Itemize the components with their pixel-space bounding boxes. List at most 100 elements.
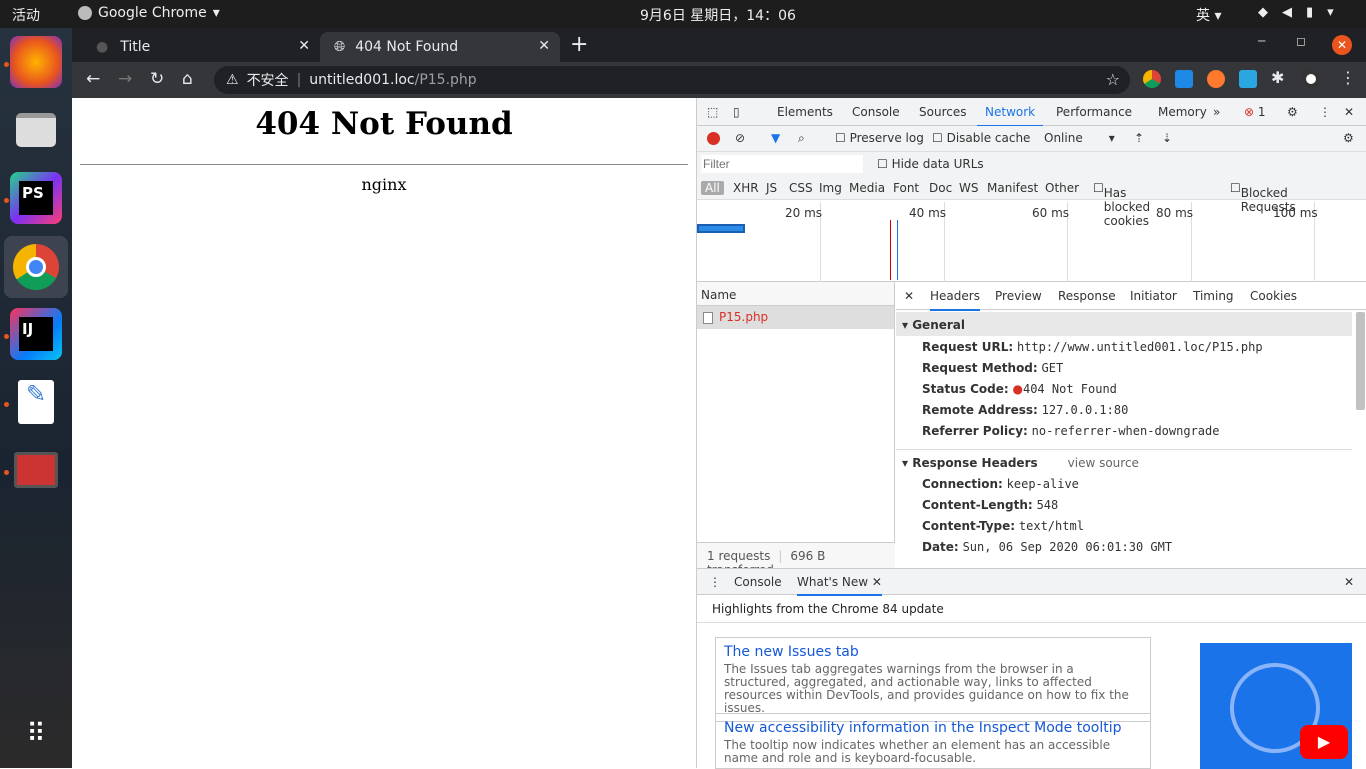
view-source-link[interactable]: view source: [1068, 456, 1139, 470]
minimize-button[interactable]: ─: [1258, 34, 1265, 48]
drawer-tab-console[interactable]: Console: [734, 575, 782, 589]
error-icon[interactable]: ⊗ 1: [1244, 105, 1266, 119]
whats-new-card[interactable]: The new Issues tab The Issues tab aggrega…: [715, 637, 1151, 722]
input-method[interactable]: 英 ▾: [1196, 5, 1221, 25]
tab-sources[interactable]: Sources: [919, 105, 966, 119]
close-devtools-icon[interactable]: ✕: [1344, 105, 1354, 119]
menu-icon[interactable]: ⋮: [1340, 68, 1358, 87]
close-details-icon[interactable]: ✕: [904, 289, 914, 303]
maximize-button[interactable]: ◻: [1296, 34, 1306, 48]
export-har-icon[interactable]: ⇣: [1162, 131, 1172, 145]
request-row[interactable]: P15.php: [697, 306, 894, 329]
extension-postman-icon[interactable]: [1207, 70, 1225, 88]
tab-console[interactable]: Console: [852, 105, 900, 119]
show-apps-icon[interactable]: ⠿: [10, 708, 62, 760]
type-xhr[interactable]: XHR: [733, 181, 759, 195]
whats-new-card[interactable]: New accessibility information in the Ins…: [715, 713, 1151, 769]
activities-button[interactable]: 活动: [12, 5, 40, 25]
settings-icon[interactable]: ⚙: [1287, 105, 1298, 119]
extension-notes-icon[interactable]: [1239, 70, 1257, 88]
tab-network[interactable]: Network: [976, 105, 1044, 127]
close-tab-icon[interactable]: ✕: [538, 38, 550, 54]
scrollbar-thumb[interactable]: [1356, 312, 1365, 410]
record-icon[interactable]: [707, 132, 720, 145]
text-editor-icon[interactable]: ✎: [10, 376, 62, 428]
tab-preview[interactable]: Preview: [995, 289, 1042, 303]
app-menu[interactable]: Google Chrome ▾: [78, 5, 220, 21]
header-row: Date: Sun, 06 Sep 2020 06:01:30 GMT: [922, 540, 1173, 554]
tab-memory[interactable]: Memory: [1158, 105, 1207, 119]
preserve-log-checkbox[interactable]: ☐ Preserve log: [835, 131, 924, 145]
running-indicator: [4, 62, 9, 67]
video-thumbnail[interactable]: ▶: [1200, 643, 1352, 769]
type-doc[interactable]: Doc: [929, 181, 952, 195]
tab-timing[interactable]: Timing: [1193, 289, 1234, 303]
blocked-requests-checkbox[interactable]: ☐ Blocked Requests: [1230, 181, 1296, 214]
search-icon[interactable]: ⌕: [798, 131, 805, 146]
extension-chrome-icon[interactable]: [1143, 70, 1161, 88]
tab-strip: ● Title ✕ 🌐︎ 404 Not Found ✕ + ─ ◻ ✕: [72, 28, 1366, 62]
firefox-icon[interactable]: [10, 36, 62, 88]
reload-button[interactable]: ↻: [150, 69, 164, 89]
filter-input[interactable]: [701, 155, 863, 173]
network-toolbar: ⊘ ▼ ⌕ ☐ Preserve log ☐ Disable cache Onl…: [697, 126, 1366, 152]
type-other[interactable]: Other: [1045, 181, 1079, 195]
running-indicator: [4, 334, 9, 339]
disable-cache-checkbox[interactable]: ☐ Disable cache: [932, 131, 1030, 145]
more-options-icon[interactable]: ⋮: [1319, 105, 1331, 119]
tick-label: 20 ms: [785, 206, 823, 220]
close-window-button[interactable]: ✕: [1332, 35, 1352, 55]
hide-data-urls-checkbox[interactable]: ☐ Hide data URLs: [877, 157, 984, 171]
omnibox[interactable]: ⚠ 不安全 | untitled001.loc /P15.php ☆: [214, 66, 1130, 94]
name-column-header[interactable]: Name: [697, 282, 894, 306]
type-media[interactable]: Media: [849, 181, 885, 195]
response-headers-section-header[interactable]: ▾ Response Headers view source: [896, 449, 1352, 473]
type-all[interactable]: All: [701, 181, 724, 195]
forward-button[interactable]: →: [118, 69, 132, 89]
clear-icon[interactable]: ⊘: [735, 131, 745, 145]
drawer-menu-icon[interactable]: ⋮: [709, 575, 721, 589]
extensions-puzzle-icon[interactable]: ✱: [1271, 68, 1289, 87]
throttle-select[interactable]: Online ▾: [1044, 131, 1115, 145]
network-settings-icon[interactable]: ⚙: [1343, 131, 1354, 145]
tab-cookies[interactable]: Cookies: [1250, 289, 1297, 303]
more-tabs-icon[interactable]: »: [1213, 105, 1220, 119]
tab-404[interactable]: 🌐︎ 404 Not Found ✕: [320, 32, 560, 62]
inspect-icon[interactable]: ⬚: [707, 105, 718, 119]
filter-icon[interactable]: ▼: [771, 131, 780, 145]
star-icon[interactable]: ☆: [1106, 70, 1120, 89]
terminal-icon[interactable]: [10, 444, 62, 496]
drawer-tab-whats-new[interactable]: What's New ✕: [797, 575, 882, 596]
general-section-header[interactable]: ▾ General: [896, 312, 1352, 336]
clock[interactable]: 9月6日 星期日，14：06: [640, 5, 796, 25]
phpstorm-icon[interactable]: PS: [10, 172, 62, 224]
import-har-icon[interactable]: ⇡: [1134, 131, 1144, 145]
extension-translate-icon[interactable]: [1175, 70, 1193, 88]
new-tab-button[interactable]: +: [570, 32, 588, 57]
system-tray[interactable]: ◆ ◀ ▮ ▾: [1258, 5, 1334, 20]
tab-title[interactable]: ● Title ✕: [82, 32, 320, 62]
files-icon[interactable]: [10, 104, 62, 156]
tab-response[interactable]: Response: [1058, 289, 1116, 303]
type-css[interactable]: CSS: [789, 181, 813, 195]
close-drawer-icon[interactable]: ✕: [1344, 575, 1354, 589]
intellij-icon[interactable]: IJ: [10, 308, 62, 360]
type-manifest[interactable]: Manifest: [987, 181, 1038, 195]
tab-initiator[interactable]: Initiator: [1130, 289, 1177, 303]
type-js[interactable]: JS: [766, 181, 777, 195]
has-blocked-cookies-checkbox[interactable]: ☐ Has blocked cookies: [1093, 181, 1150, 228]
tab-performance[interactable]: Performance: [1056, 105, 1132, 119]
network-overview-timeline[interactable]: 20 ms 40 ms 60 ms 80 ms 100 ms: [697, 200, 1366, 282]
close-tab-icon[interactable]: ✕: [298, 38, 310, 54]
type-img[interactable]: Img: [819, 181, 842, 195]
chrome-dock-icon[interactable]: [4, 236, 68, 298]
type-font[interactable]: Font: [893, 181, 919, 195]
profile-avatar[interactable]: [1302, 70, 1320, 88]
device-toggle-icon[interactable]: ▯: [733, 105, 740, 119]
tab-headers[interactable]: Headers: [930, 289, 980, 311]
tab-elements[interactable]: Elements: [777, 105, 833, 119]
home-button[interactable]: ⌂: [182, 69, 193, 89]
type-ws[interactable]: WS: [959, 181, 978, 195]
back-button[interactable]: ←: [86, 69, 100, 89]
play-icon[interactable]: ▶: [1300, 725, 1348, 759]
